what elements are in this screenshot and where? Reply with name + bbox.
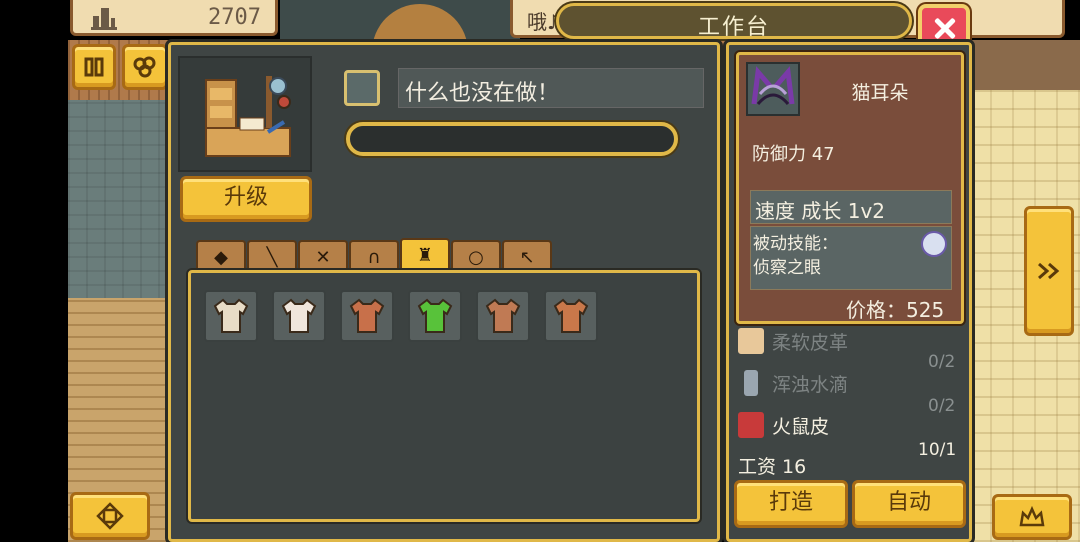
- crown-icon: [1019, 505, 1045, 527]
- craft-progress-bar: [346, 122, 678, 156]
- pickaxe-icon: ↖: [519, 247, 535, 268]
- hooded-cloak-icon: [485, 298, 521, 333]
- craft-button[interactable]: 打造: [734, 480, 848, 528]
- upgrade-button[interactable]: 升级: [180, 176, 312, 222]
- next-page-button[interactable]: [1024, 206, 1074, 336]
- speed-stat: 速度 成长 1v2: [755, 199, 885, 223]
- leather-icon: [738, 328, 764, 354]
- map-button[interactable]: [122, 44, 168, 90]
- item-slot[interactable]: [476, 290, 530, 342]
- building-icon: [91, 8, 117, 30]
- wage: 工资 16: [738, 456, 807, 478]
- pause-icon: [84, 57, 104, 77]
- window-title: 工作台: [697, 15, 770, 40]
- tab-pickaxe[interactable]: ↖: [502, 240, 552, 274]
- notice-text: 哦♪: [527, 10, 560, 34]
- brown-strap-armor-icon: [349, 298, 385, 333]
- tab-armor[interactable]: ♜: [400, 238, 450, 274]
- white-vest-icon: [213, 298, 249, 333]
- sword-icon: ╲: [266, 247, 278, 268]
- cat-ears-icon: [751, 66, 795, 105]
- item-slot[interactable]: [544, 290, 598, 342]
- leather-vest-icon: [553, 298, 589, 333]
- map-icon: [133, 56, 156, 78]
- item-slot[interactable]: [204, 290, 258, 342]
- material-row: 浑浊水滴: [738, 368, 848, 398]
- tab-ring[interactable]: ○: [451, 240, 501, 274]
- material-name: 柔软皮革: [772, 331, 849, 354]
- water-drop-icon: [744, 370, 758, 396]
- item-name: 猫耳朵: [851, 82, 909, 104]
- item-slot[interactable]: [408, 290, 462, 342]
- auto-craft-button[interactable]: 自动: [852, 480, 966, 528]
- workbench-icon: [205, 76, 291, 157]
- item-slot[interactable]: [340, 290, 394, 342]
- workbench-portrait: [178, 56, 312, 172]
- dpad-icon: [96, 502, 124, 530]
- material-row: 火鼠皮: [738, 410, 829, 440]
- move-button[interactable]: [70, 492, 150, 540]
- tab-helmet[interactable]: ∩: [349, 240, 399, 274]
- defense-stat: 防御力 47: [752, 144, 835, 165]
- item-slot[interactable]: [272, 290, 326, 342]
- item-icon-frame: [746, 62, 800, 116]
- stone-floor: [68, 100, 178, 300]
- material-count: 0/2: [928, 352, 956, 372]
- tag-icon: ◆: [214, 247, 228, 268]
- fire-rat-pelt-icon: [738, 412, 764, 438]
- status-text: 什么也没在做！: [405, 81, 560, 106]
- crown-button[interactable]: [992, 494, 1072, 540]
- right-wall: [968, 40, 1080, 90]
- item-price: 价格：525: [846, 298, 945, 322]
- staff-icon: ✕: [315, 247, 331, 268]
- tab-tag[interactable]: ◆: [196, 240, 246, 274]
- armor-icon: ♜: [416, 245, 434, 266]
- passive-skill-name: 侦察之眼: [753, 258, 821, 278]
- passive-skill-box: 被动技能： 侦察之眼: [750, 226, 952, 290]
- eye-skill-icon[interactable]: [921, 231, 947, 257]
- material-count: 0/2: [928, 396, 956, 416]
- helmet-icon: ∩: [367, 247, 381, 268]
- tab-staff[interactable]: ✕: [298, 240, 348, 274]
- status-checkbox[interactable]: [344, 70, 380, 106]
- coin-value: 2707: [208, 5, 261, 30]
- passive-skill-label: 被动技能：: [753, 234, 838, 254]
- tab-sword[interactable]: ╲: [247, 240, 297, 274]
- pause-button[interactable]: [72, 44, 116, 90]
- status-field: 什么也没在做！: [398, 68, 704, 108]
- material-row: 柔软皮革: [738, 326, 848, 356]
- game-screen: 2707 哦♪ 工作台 升级 什么也没在做！ ◆ ╲ ✕ ∩ ♜ ○ ↖ 猫耳朵…: [0, 0, 1080, 542]
- material-name: 浑浊水滴: [772, 373, 849, 396]
- double-chevron-right-icon: [1038, 262, 1060, 280]
- ring-icon: ○: [468, 247, 484, 268]
- material-count: 10/1: [918, 440, 957, 460]
- green-armor-icon: [417, 298, 453, 333]
- white-red-shirt-icon: [281, 298, 317, 333]
- window-title-bar: 工作台: [556, 3, 912, 40]
- coin-counter: 2707: [70, 0, 278, 36]
- material-name: 火鼠皮: [772, 415, 830, 438]
- speed-stat-box: 速度 成长 1v2: [750, 190, 952, 224]
